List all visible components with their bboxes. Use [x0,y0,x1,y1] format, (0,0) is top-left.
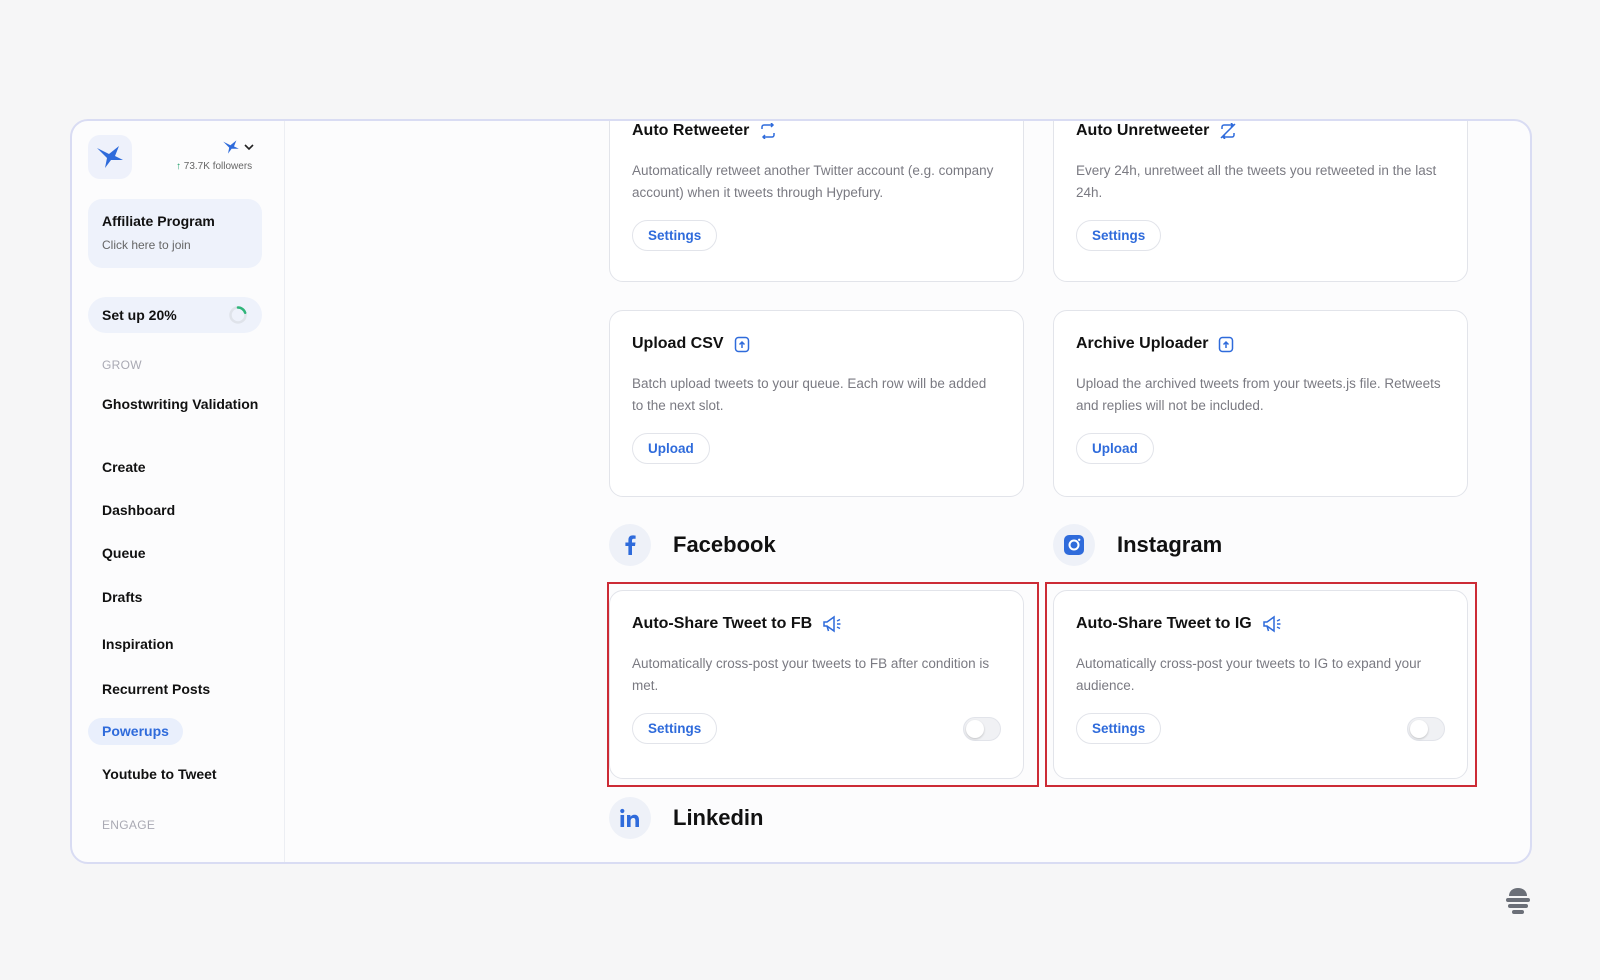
card-description: Every 24h, unretweet all the tweets you … [1076,163,1437,200]
card-description: Batch upload tweets to your queue. Each … [632,376,987,413]
affiliate-program-card[interactable]: Affiliate Program Click here to join [88,199,262,268]
card-title: Auto Unretweeter [1076,122,1210,139]
affiliate-subtitle: Click here to join [102,238,191,252]
hypefury-logo-icon [97,146,123,168]
linkedin-icon [609,797,651,839]
upload-button[interactable]: Upload [632,433,710,464]
sidebar-item-powerups[interactable]: Powerups [88,718,183,745]
upload-csv-card: Upload CSV Batch upload tweets to your q… [609,310,1024,497]
platform-name-instagram: Instagram [1117,532,1223,557]
card-title: Auto Retweeter [632,122,750,139]
sidebar-item-ghostwriting-validation[interactable]: Ghostwriting Validation [102,394,262,415]
facebook-section-header: Facebook [609,524,776,566]
sidebar-item-drafts[interactable]: Drafts [102,587,262,608]
file-upload-icon [1219,336,1234,352]
auto-unretweeter-card: Auto Unretweeter Every 24h, unretweet al… [1053,121,1468,282]
section-label-grow: GROW [102,358,142,372]
archive-uploader-card: Archive Uploader Upload the archived twe… [1053,310,1468,497]
setup-label: Set up 20% [102,307,177,323]
sidebar-item-dashboard[interactable]: Dashboard [102,500,262,521]
brand-watermark-icon [1503,886,1533,916]
sidebar-item-youtube-to-tweet[interactable]: Youtube to Tweet [102,764,262,785]
followers-count: ↑ 73.7K followers [176,161,253,172]
chevron-down-icon [244,144,254,151]
card-description: Automatically retweet another Twitter ac… [632,163,994,200]
progress-ring-icon [229,306,247,324]
sidebar-item-queue[interactable]: Queue [102,543,262,564]
instagram-icon [1053,524,1095,566]
platform-name-facebook: Facebook [673,532,776,557]
highlight-box-ig [1045,582,1477,787]
card-title: Archive Uploader [1076,335,1209,352]
retweet-icon [761,123,776,139]
sidebar-item-inspiration[interactable]: Inspiration [102,634,262,655]
settings-button[interactable]: Settings [632,220,718,251]
linkedin-section-header: Linkedin [609,797,763,839]
sidebar-item-recurrent-posts[interactable]: Recurrent Posts [102,679,262,700]
card-title: Upload CSV [632,335,724,352]
upload-button[interactable]: Upload [1076,433,1154,464]
unretweet-icon [1220,123,1236,139]
section-label-engage: ENGAGE [102,818,156,832]
setup-progress-button[interactable]: Set up 20% [88,297,262,333]
app-logo[interactable] [88,135,132,179]
settings-button[interactable]: Settings [1076,220,1162,251]
sidebar: ↑ 73.7K followers Affiliate Program Clic… [72,121,285,862]
platform-name-linkedin: Linkedin [673,805,764,830]
trend-up-icon: ↑ [176,161,181,172]
instagram-section-header: Instagram [1053,524,1222,566]
card-description: Upload the archived tweets from your twe… [1076,376,1441,413]
sidebar-item-create[interactable]: Create [102,457,262,478]
file-upload-icon [734,336,749,352]
affiliate-title: Affiliate Program [102,213,215,229]
account-avatar-icon [223,140,239,154]
account-switcher[interactable] [222,139,254,155]
facebook-icon [609,524,651,566]
highlight-box-fb [607,582,1039,787]
auto-retweeter-card: Auto Retweeter Automatically retweet ano… [609,121,1024,282]
